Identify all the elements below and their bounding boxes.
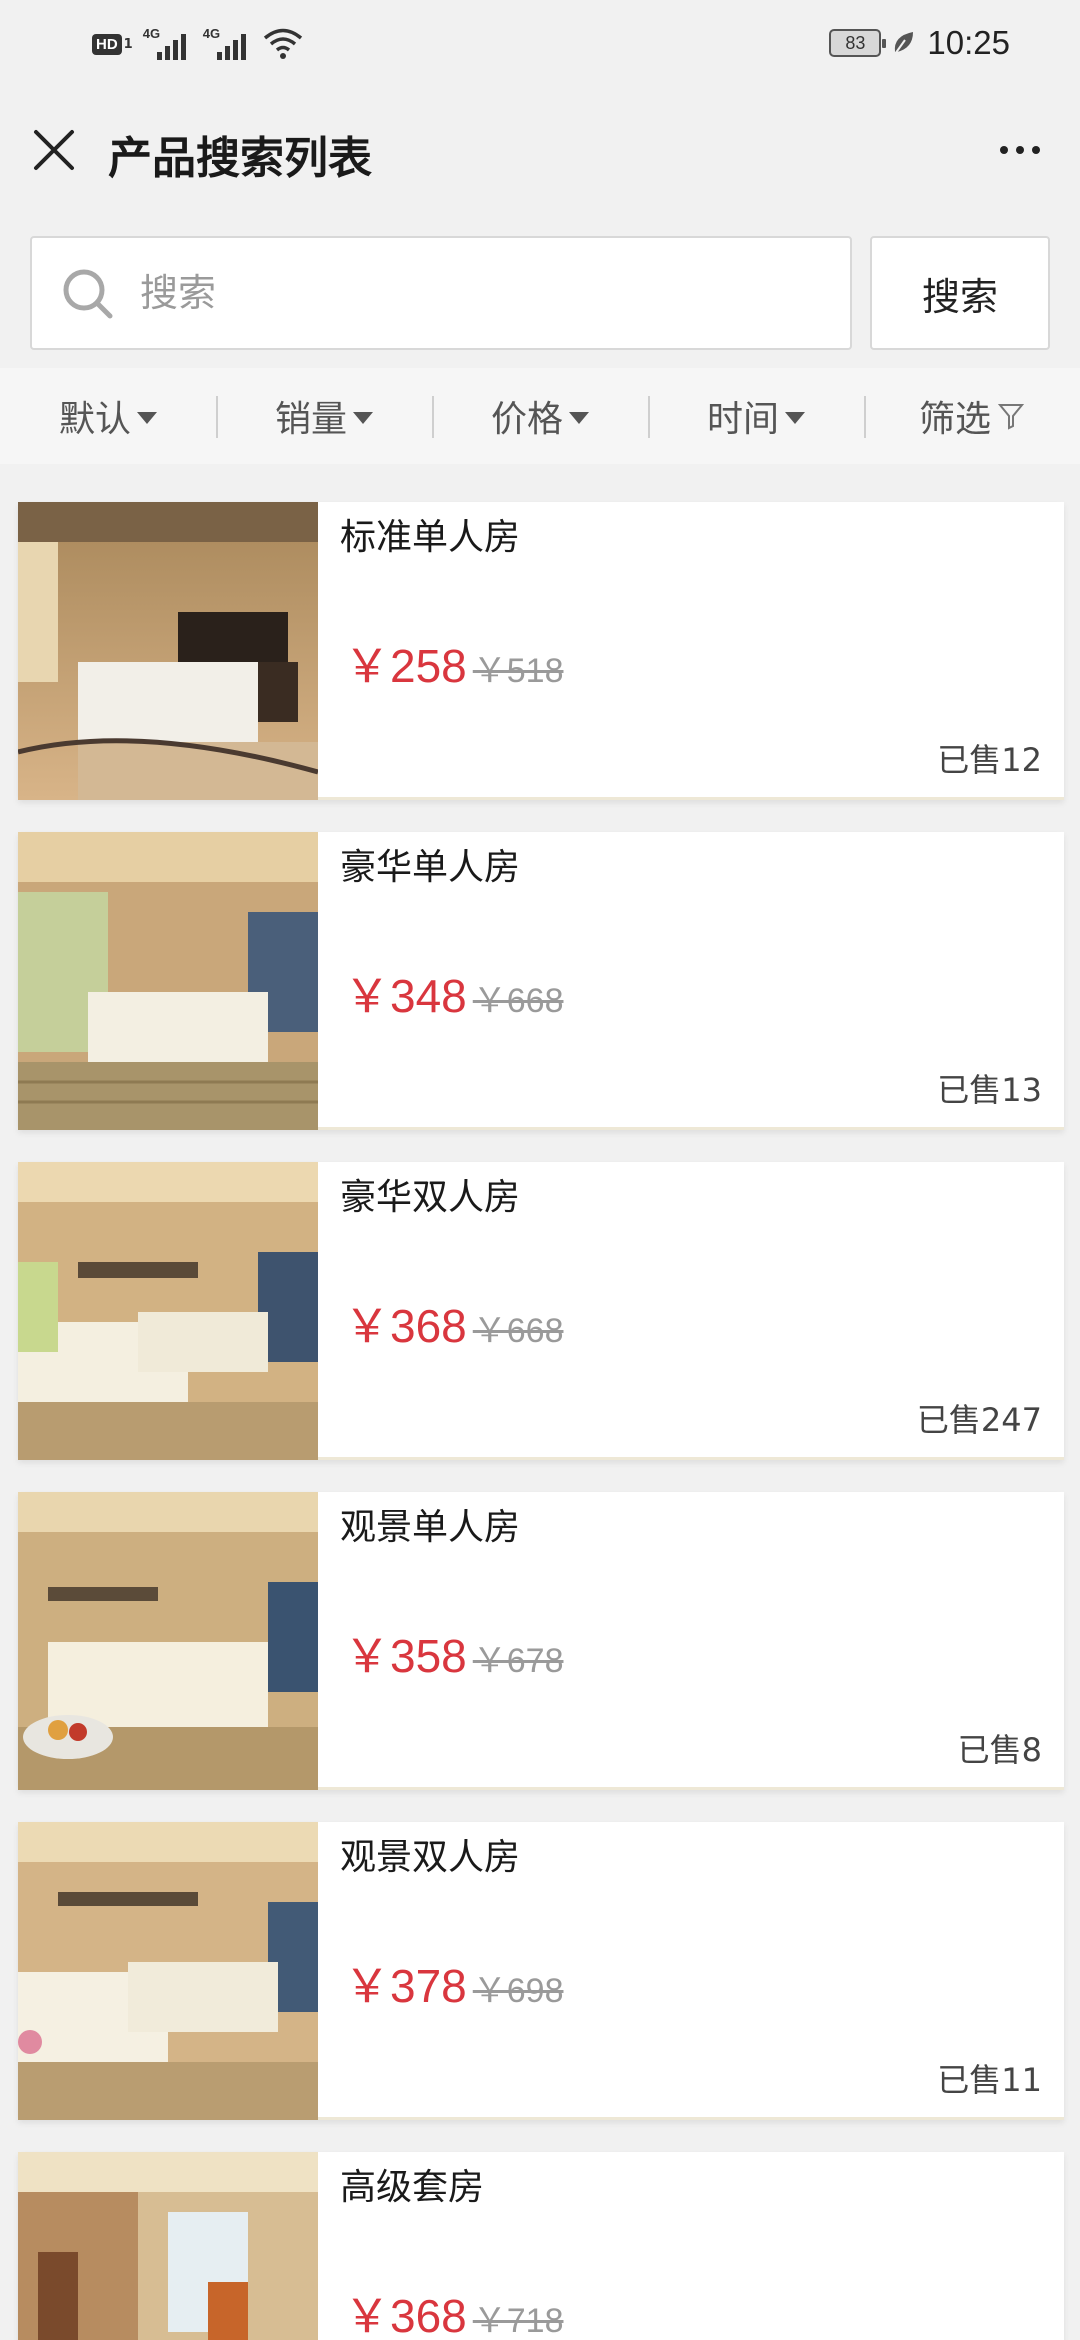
filter-label: 价格 [490,399,563,440]
sim-label: 1 [123,36,133,52]
funnel-icon [997,404,1025,430]
room-photo [18,1162,318,1460]
room-photo [18,1822,318,2120]
status-time: 10:25 [927,24,1010,61]
leaf-icon [894,32,914,55]
product-name: 豪华双人房 [340,1177,521,1218]
product-card[interactable]: 豪华双人房 ￥368 ￥668 已售247 [18,1162,1064,1460]
caret-down-icon [569,412,589,424]
sold-count: 已售8 [957,1731,1042,1769]
search-button[interactable]: 搜索 [870,236,1050,350]
battery-level: 83 [845,32,866,53]
caret-down-icon [353,412,373,424]
price-row: ￥358 ￥678 [344,1620,563,1686]
sold-count: 已售13 [937,1071,1042,1109]
product-card[interactable]: 观景单人房 ￥358 ￥678 已售8 [18,1492,1064,1790]
price-row: ￥348 ￥668 [344,960,563,1026]
sold-count: 已售12 [937,741,1042,779]
search-box[interactable] [30,236,852,350]
product-name: 豪华单人房 [340,847,521,888]
filter-label: 筛选 [918,399,991,440]
product-name: 标准单人房 [340,517,521,558]
search-area: 搜索 [0,216,1080,368]
status-left: HD 1 4G 4G [92,24,303,64]
room-photo [18,1492,318,1790]
price-row: ￥258 ￥518 [344,630,563,696]
caret-down-icon [137,412,157,424]
sold-count: 已售11 [937,2061,1042,2099]
room-photo [18,2152,318,2340]
product-name: 观景双人房 [340,1837,521,1878]
signal-icon: 4G [203,26,253,62]
caret-down-icon [785,412,805,424]
current-price: ￥368 [344,2290,467,2340]
status-right: 83 10:25 [829,22,1010,64]
filter-default[interactable]: 默认 [0,368,216,464]
product-card[interactable]: 标准单人房 ￥258 ￥518 已售12 [18,502,1064,800]
close-icon[interactable] [30,126,78,174]
filter-label: 销量 [274,399,347,440]
current-price: ￥378 [344,1960,467,2012]
original-price: ￥668 [472,982,564,1020]
battery-icon: 83 [829,29,887,57]
filter-bar: 默认 销量 价格 时间 筛选 [0,368,1080,464]
original-price: ￥718 [472,2302,564,2340]
original-price: ￥698 [472,1972,564,2010]
product-name: 高级套房 [340,2167,485,2208]
price-row: ￥368 ￥668 [344,1290,563,1356]
product-card[interactable]: 观景双人房 ￥378 ￥698 已售11 [18,1822,1064,2120]
dot-icon [1000,146,1008,154]
current-price: ￥368 [344,1300,467,1352]
status-bar: HD 1 4G 4G 83 10:25 [0,0,1080,86]
current-price: ￥258 [344,640,467,692]
product-card[interactable]: 豪华单人房 ￥348 ￥668 已售13 [18,832,1064,1130]
search-input[interactable] [140,258,820,328]
price-row: ￥368 ￥718 [344,2280,563,2340]
signal-icon: 4G [143,26,193,62]
filter-sales[interactable]: 销量 [216,368,432,464]
more-options-button[interactable] [990,126,1050,174]
price-row: ￥378 ￥698 [344,1950,563,2016]
filter-label: 默认 [58,399,131,440]
dot-icon [1032,146,1040,154]
hd-icon: HD 1 [92,33,133,55]
filter-price[interactable]: 价格 [432,368,648,464]
filter-time[interactable]: 时间 [648,368,864,464]
original-price: ￥518 [472,652,564,690]
room-photo [18,832,318,1130]
nav-bar: 产品搜索列表 [0,86,1080,216]
filter-label: 时间 [706,399,779,440]
wifi-icon [263,28,302,59]
current-price: ￥348 [344,970,467,1022]
hd-label: HD [92,33,122,55]
page-title: 产品搜索列表 [108,133,372,184]
product-card[interactable]: 高级套房 ￥368 ￥718 [18,2152,1064,2340]
filter-screen[interactable]: 筛选 [864,368,1080,464]
search-icon [63,269,113,319]
product-name: 观景单人房 [340,1507,521,1548]
sold-count: 已售247 [916,1401,1042,1439]
original-price: ￥668 [472,1312,564,1350]
dot-icon [1016,146,1024,154]
original-price: ￥678 [472,1642,564,1680]
room-photo [18,502,318,800]
product-list: 标准单人房 ￥258 ￥518 已售12 豪华单人房 ￥348 ￥668 已售1… [0,464,1080,2340]
current-price: ￥358 [344,1630,467,1682]
